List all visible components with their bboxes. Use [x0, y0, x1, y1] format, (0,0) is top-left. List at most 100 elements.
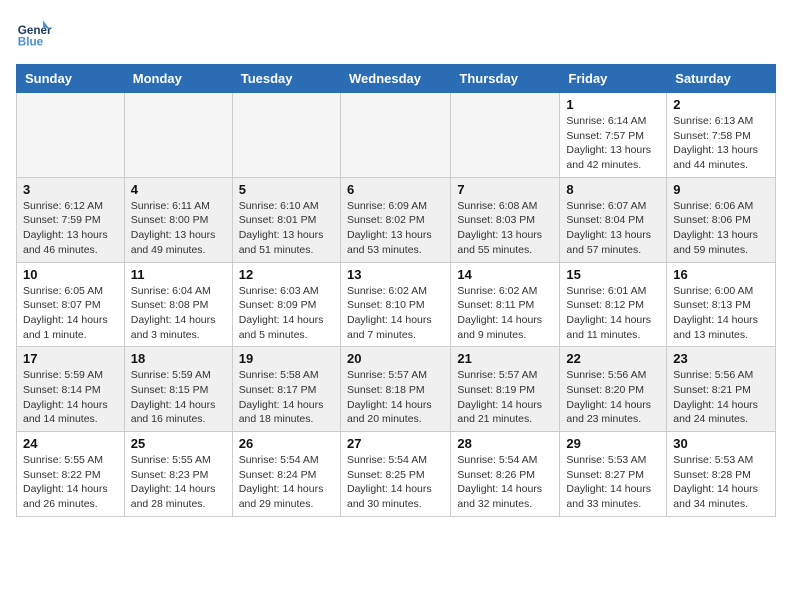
calendar-day-6: 6 Sunrise: 6:09 AM Sunset: 8:02 PM Daylig… [340, 177, 450, 262]
day-info: Sunrise: 5:58 AM Sunset: 8:17 PM Dayligh… [239, 368, 334, 427]
calendar-day-22: 22 Sunrise: 5:56 AM Sunset: 8:20 PM Dayli… [560, 347, 667, 432]
calendar-day-8: 8 Sunrise: 6:07 AM Sunset: 8:04 PM Daylig… [560, 177, 667, 262]
calendar-day-29: 29 Sunrise: 5:53 AM Sunset: 8:27 PM Dayli… [560, 432, 667, 517]
day-info: Sunrise: 5:56 AM Sunset: 8:21 PM Dayligh… [673, 368, 769, 427]
calendar-day-14: 14 Sunrise: 6:02 AM Sunset: 8:11 PM Dayli… [451, 262, 560, 347]
calendar-day-17: 17 Sunrise: 5:59 AM Sunset: 8:14 PM Dayli… [17, 347, 125, 432]
day-info: Sunrise: 5:59 AM Sunset: 8:15 PM Dayligh… [131, 368, 226, 427]
day-info: Sunrise: 6:03 AM Sunset: 8:09 PM Dayligh… [239, 284, 334, 343]
day-info: Sunrise: 6:04 AM Sunset: 8:08 PM Dayligh… [131, 284, 226, 343]
day-number: 1 [566, 97, 660, 112]
day-number: 22 [566, 351, 660, 366]
calendar-header-monday: Monday [124, 65, 232, 93]
day-number: 16 [673, 267, 769, 282]
calendar-day-25: 25 Sunrise: 5:55 AM Sunset: 8:23 PM Dayli… [124, 432, 232, 517]
day-number: 30 [673, 436, 769, 451]
svg-text:Blue: Blue [18, 36, 44, 49]
day-info: Sunrise: 6:02 AM Sunset: 8:11 PM Dayligh… [457, 284, 553, 343]
calendar-day-13: 13 Sunrise: 6:02 AM Sunset: 8:10 PM Dayli… [340, 262, 450, 347]
calendar-week-4: 17 Sunrise: 5:59 AM Sunset: 8:14 PM Dayli… [17, 347, 776, 432]
day-number: 5 [239, 182, 334, 197]
day-info: Sunrise: 5:54 AM Sunset: 8:26 PM Dayligh… [457, 453, 553, 512]
calendar-header-friday: Friday [560, 65, 667, 93]
calendar-day-28: 28Sunrise: 5:54 AM Sunset: 8:26 PM Dayli… [451, 432, 560, 517]
calendar-week-2: 3Sunrise: 6:12 AM Sunset: 7:59 PM Daylig… [17, 177, 776, 262]
day-info: Sunrise: 6:10 AM Sunset: 8:01 PM Dayligh… [239, 199, 334, 258]
day-info: Sunrise: 5:57 AM Sunset: 8:19 PM Dayligh… [457, 368, 553, 427]
calendar-header-tuesday: Tuesday [232, 65, 340, 93]
day-info: Sunrise: 6:07 AM Sunset: 8:04 PM Dayligh… [566, 199, 660, 258]
page-header: General Blue [16, 16, 776, 52]
calendar-day-empty [340, 93, 450, 178]
calendar-day-26: 26 Sunrise: 5:54 AM Sunset: 8:24 PM Dayli… [232, 432, 340, 517]
day-number: 6 [347, 182, 444, 197]
calendar-day-5: 5 Sunrise: 6:10 AM Sunset: 8:01 PM Daylig… [232, 177, 340, 262]
calendar-day-30: 30Sunrise: 5:53 AM Sunset: 8:28 PM Dayli… [667, 432, 776, 517]
day-number: 8 [566, 182, 660, 197]
calendar-header-row: SundayMondayTuesdayWednesdayThursdayFrid… [17, 65, 776, 93]
day-number: 3 [23, 182, 118, 197]
day-info: Sunrise: 6:02 AM Sunset: 8:10 PM Dayligh… [347, 284, 444, 343]
day-number: 13 [347, 267, 444, 282]
day-number: 10 [23, 267, 118, 282]
day-info: Sunrise: 6:00 AM Sunset: 8:13 PM Dayligh… [673, 284, 769, 343]
day-number: 15 [566, 267, 660, 282]
calendar-day-21: 21 Sunrise: 5:57 AM Sunset: 8:19 PM Dayli… [451, 347, 560, 432]
calendar-day-24: 24Sunrise: 5:55 AM Sunset: 8:22 PM Dayli… [17, 432, 125, 517]
day-info: Sunrise: 5:55 AM Sunset: 8:23 PM Dayligh… [131, 453, 226, 512]
calendar-header-sunday: Sunday [17, 65, 125, 93]
day-number: 20 [347, 351, 444, 366]
day-info: Sunrise: 5:54 AM Sunset: 8:25 PM Dayligh… [347, 453, 444, 512]
calendar-day-11: 11Sunrise: 6:04 AM Sunset: 8:08 PM Dayli… [124, 262, 232, 347]
calendar-day-15: 15 Sunrise: 6:01 AM Sunset: 8:12 PM Dayli… [560, 262, 667, 347]
day-info: Sunrise: 6:13 AM Sunset: 7:58 PM Dayligh… [673, 114, 769, 173]
calendar-day-20: 20 Sunrise: 5:57 AM Sunset: 8:18 PM Dayli… [340, 347, 450, 432]
day-number: 9 [673, 182, 769, 197]
day-info: Sunrise: 5:54 AM Sunset: 8:24 PM Dayligh… [239, 453, 334, 512]
day-info: Sunrise: 6:08 AM Sunset: 8:03 PM Dayligh… [457, 199, 553, 258]
day-info: Sunrise: 6:01 AM Sunset: 8:12 PM Dayligh… [566, 284, 660, 343]
calendar-day-12: 12 Sunrise: 6:03 AM Sunset: 8:09 PM Dayli… [232, 262, 340, 347]
day-info: Sunrise: 6:14 AM Sunset: 7:57 PM Dayligh… [566, 114, 660, 173]
calendar-week-1: 1 Sunrise: 6:14 AM Sunset: 7:57 PM Daylig… [17, 93, 776, 178]
calendar-day-9: 9Sunrise: 6:06 AM Sunset: 8:06 PM Daylig… [667, 177, 776, 262]
day-number: 14 [457, 267, 553, 282]
calendar-day-empty [232, 93, 340, 178]
day-number: 12 [239, 267, 334, 282]
calendar-week-3: 10 Sunrise: 6:05 AM Sunset: 8:07 PM Dayli… [17, 262, 776, 347]
day-number: 26 [239, 436, 334, 451]
calendar-day-empty [451, 93, 560, 178]
calendar-day-19: 19 Sunrise: 5:58 AM Sunset: 8:17 PM Dayli… [232, 347, 340, 432]
calendar-day-27: 27 Sunrise: 5:54 AM Sunset: 8:25 PM Dayli… [340, 432, 450, 517]
logo: General Blue [16, 16, 56, 52]
day-number: 25 [131, 436, 226, 451]
day-number: 27 [347, 436, 444, 451]
day-number: 19 [239, 351, 334, 366]
calendar-day-18: 18Sunrise: 5:59 AM Sunset: 8:15 PM Dayli… [124, 347, 232, 432]
day-number: 7 [457, 182, 553, 197]
day-info: Sunrise: 6:09 AM Sunset: 8:02 PM Dayligh… [347, 199, 444, 258]
calendar-day-4: 4Sunrise: 6:11 AM Sunset: 8:00 PM Daylig… [124, 177, 232, 262]
calendar-day-16: 16 Sunrise: 6:00 AM Sunset: 8:13 PM Dayli… [667, 262, 776, 347]
day-number: 23 [673, 351, 769, 366]
calendar-table: SundayMondayTuesdayWednesdayThursdayFrid… [16, 64, 776, 517]
day-info: Sunrise: 5:53 AM Sunset: 8:27 PM Dayligh… [566, 453, 660, 512]
calendar-header-thursday: Thursday [451, 65, 560, 93]
calendar-week-5: 24Sunrise: 5:55 AM Sunset: 8:22 PM Dayli… [17, 432, 776, 517]
calendar-day-7: 7 Sunrise: 6:08 AM Sunset: 8:03 PM Daylig… [451, 177, 560, 262]
calendar-day-23: 23 Sunrise: 5:56 AM Sunset: 8:21 PM Dayli… [667, 347, 776, 432]
day-info: Sunrise: 6:05 AM Sunset: 8:07 PM Dayligh… [23, 284, 118, 343]
day-number: 21 [457, 351, 553, 366]
day-info: Sunrise: 5:55 AM Sunset: 8:22 PM Dayligh… [23, 453, 118, 512]
calendar-day-3: 3Sunrise: 6:12 AM Sunset: 7:59 PM Daylig… [17, 177, 125, 262]
calendar-day-2: 2Sunrise: 6:13 AM Sunset: 7:58 PM Daylig… [667, 93, 776, 178]
day-number: 4 [131, 182, 226, 197]
calendar-day-empty [17, 93, 125, 178]
day-info: Sunrise: 5:57 AM Sunset: 8:18 PM Dayligh… [347, 368, 444, 427]
logo-icon: General Blue [16, 16, 52, 52]
day-info: Sunrise: 5:59 AM Sunset: 8:14 PM Dayligh… [23, 368, 118, 427]
day-number: 17 [23, 351, 118, 366]
day-info: Sunrise: 5:56 AM Sunset: 8:20 PM Dayligh… [566, 368, 660, 427]
calendar-day-empty [124, 93, 232, 178]
day-number: 29 [566, 436, 660, 451]
